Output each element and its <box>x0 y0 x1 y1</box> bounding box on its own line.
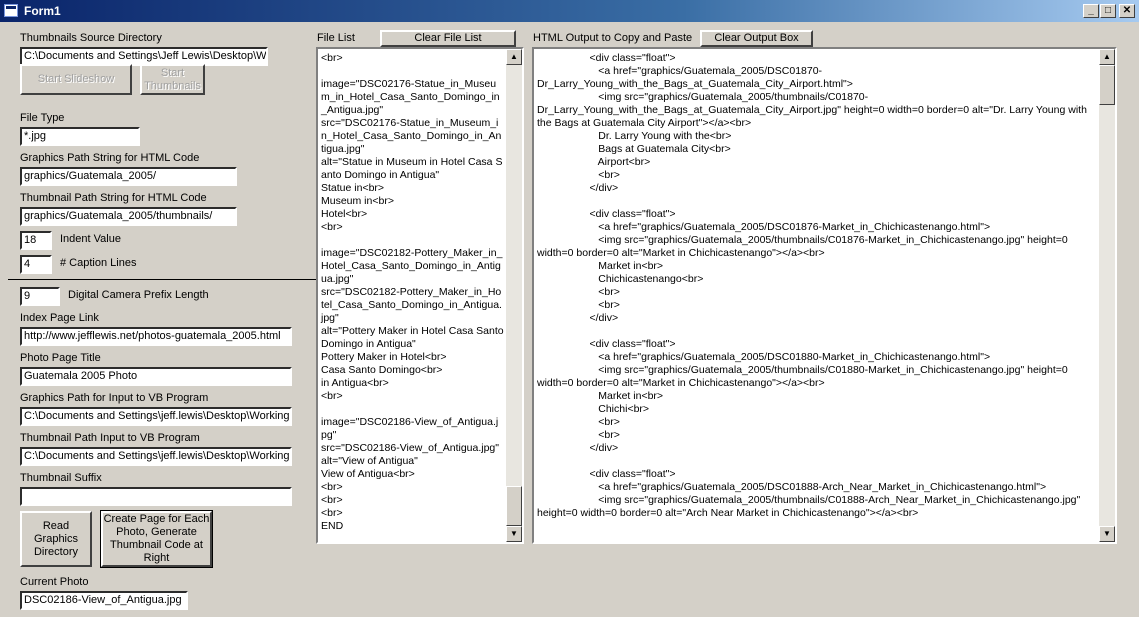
output-line: <br> <box>537 169 620 181</box>
graphics-path-field[interactable]: graphics/Guatemala_2005/ <box>20 167 237 186</box>
scroll-up-icon[interactable]: ▲ <box>1099 49 1115 65</box>
prefix-length-label: Digital Camera Prefix Length <box>68 289 209 301</box>
output-line: Market in<br> <box>537 260 664 272</box>
scroll-thumb[interactable] <box>506 486 522 526</box>
index-link-label: Index Page Link <box>20 312 99 324</box>
start-slideshow-button[interactable]: Start Slideshow <box>20 64 132 95</box>
thumb-path-field[interactable]: graphics/Guatemala_2005/thumbnails/ <box>20 207 237 226</box>
output-line: <a href="graphics/Guatemala_2005/DSC0187… <box>537 65 823 77</box>
scroll-thumb[interactable] <box>1099 65 1115 105</box>
create-page-button[interactable]: Create Page for Each Photo, Generate Thu… <box>100 510 213 568</box>
output-line: Chichi<br> <box>537 403 650 415</box>
output-line: <a href="graphics/Guatemala_2005/DSC0187… <box>537 221 991 233</box>
file-type-field[interactable]: *.jpg <box>20 127 140 146</box>
caption-lines-field[interactable]: 4 <box>20 255 52 274</box>
output-line: <img src="graphics/Guatemala_2005/thumbn… <box>537 234 1068 246</box>
output-line: </div> <box>537 182 619 194</box>
output-line: <br> <box>537 286 620 298</box>
output-line: <div class="float"> <box>537 52 676 64</box>
photo-title-label: Photo Page Title <box>20 352 101 364</box>
output-line: <div class="float"> <box>537 468 676 480</box>
output-line: <br> <box>537 416 620 428</box>
file-list-text: <br> image="DSC02176-Statue_in_Museum_in… <box>321 52 504 532</box>
output-line: </div> <box>537 312 619 324</box>
output-line: <div class="float"> <box>537 208 676 220</box>
html-output-textbox[interactable]: <div class="float"> <a href="graphics/Gu… <box>532 47 1117 544</box>
indent-value-label: Indent Value <box>60 233 121 245</box>
graphics-vb-field[interactable]: C:\Documents and Settings\jeff.lewis\Des… <box>20 407 292 426</box>
window-title: Form1 <box>24 4 61 18</box>
output-line: Chichicastenango<br> <box>537 273 704 285</box>
graphics-vb-label: Graphics Path for Input to VB Program <box>20 392 209 404</box>
output-line: Dr_Larry_Young_with_the_Bags_at_Guatemal… <box>537 78 853 90</box>
thumb-path-label: Thumbnail Path String for HTML Code <box>20 192 207 204</box>
output-line: <br> <box>537 429 620 441</box>
read-graphics-directory-button[interactable]: Read Graphics Directory <box>20 511 92 567</box>
thumb-suffix-label: Thumbnail Suffix <box>20 472 102 484</box>
output-line: <img src="graphics/Guatemala_2005/thumbn… <box>537 91 869 103</box>
clear-output-box-button[interactable]: Clear Output Box <box>700 30 813 47</box>
output-line: width=0 border=0 alt="Market in Chichica… <box>537 377 825 389</box>
current-photo-field[interactable]: DSC02186-View_of_Antigua.jpg <box>20 591 188 610</box>
file-type-label: File Type <box>20 112 65 124</box>
thumb-vb-field[interactable]: C:\Documents and Settings\jeff.lewis\Des… <box>20 447 292 466</box>
output-line: <img src="graphics/Guatemala_2005/thumbn… <box>537 494 1081 506</box>
thumb-vb-label: Thumbnail Path Input to VB Program <box>20 432 200 444</box>
app-icon[interactable] <box>4 4 18 17</box>
close-button[interactable]: ✕ <box>1119 4 1135 18</box>
output-line: Market in<br> <box>537 390 664 402</box>
output-line: Dr. Larry Young with the<br> <box>537 130 732 142</box>
output-line: <a href="graphics/Guatemala_2005/DSC0188… <box>537 351 991 363</box>
output-line: <br> <box>537 299 620 311</box>
thumb-src-label: Thumbnails Source Directory <box>20 32 162 44</box>
output-line: width=0 border=0 alt="Market in Chichica… <box>537 247 825 259</box>
output-line: <img src="graphics/Guatemala_2005/thumbn… <box>537 364 1068 376</box>
scroll-up-icon[interactable]: ▲ <box>506 49 522 65</box>
output-line: height=0 width=0 border=0 alt="Arch Near… <box>537 507 919 519</box>
output-line: Bags at Guatemala City<br> <box>537 143 731 155</box>
output-line: <div class="float"> <box>537 338 676 350</box>
output-line: <a href="graphics/Guatemala_2005/DSC0188… <box>537 481 1047 493</box>
current-photo-label: Current Photo <box>20 576 89 588</box>
html-output-text: <div class="float"> <a href="graphics/Gu… <box>537 52 1097 520</box>
scroll-down-icon[interactable]: ▼ <box>1099 526 1115 542</box>
title-bar: Form1 _ □ ✕ <box>0 0 1139 22</box>
file-list-label: File List <box>317 32 355 44</box>
photo-title-field[interactable]: Guatemala 2005 Photo <box>20 367 292 386</box>
prefix-length-field[interactable]: 9 <box>20 287 60 306</box>
start-thumbnails-button[interactable]: Start Thumbnails <box>140 64 205 95</box>
caption-lines-label: # Caption Lines <box>60 257 137 269</box>
output-line: Dr_Larry_Young_with_the_Bags_at_Guatemal… <box>537 104 1087 116</box>
minimize-button[interactable]: _ <box>1083 4 1099 18</box>
divider-line <box>8 279 316 280</box>
index-link-field[interactable]: http://www.jefflewis.net/photos-guatemal… <box>20 327 292 346</box>
graphics-path-label: Graphics Path String for HTML Code <box>20 152 200 164</box>
output-line: the Bags at Guatemala City Airport"></a>… <box>537 117 752 129</box>
maximize-button[interactable]: □ <box>1100 4 1116 18</box>
output-line: Airport<br> <box>537 156 651 168</box>
file-list-textbox[interactable]: <br> image="DSC02176-Statue_in_Museum_in… <box>316 47 524 544</box>
clear-file-list-button[interactable]: Clear File List <box>380 30 516 47</box>
output-line: </div> <box>537 442 619 454</box>
scroll-down-icon[interactable]: ▼ <box>506 526 522 542</box>
thumb-suffix-field[interactable] <box>20 487 292 506</box>
html-output-label: HTML Output to Copy and Paste <box>533 32 693 44</box>
file-list-scrollbar[interactable]: ▲ ▼ <box>506 49 522 542</box>
output-scrollbar[interactable]: ▲ ▼ <box>1099 49 1115 542</box>
indent-value-field[interactable]: 18 <box>20 231 52 250</box>
